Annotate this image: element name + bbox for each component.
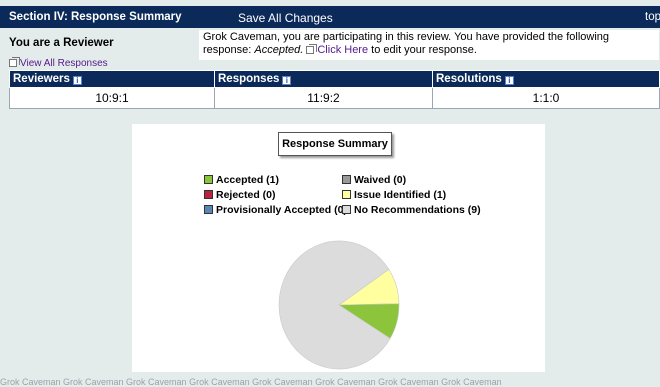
footer-text: Grok Caveman Grok Caveman Grok Caveman G… (0, 377, 502, 387)
info-icon[interactable]: i (282, 76, 292, 85)
pie-chart (278, 240, 400, 370)
reviewers-header-label: Reviewers (13, 73, 70, 85)
info-icon[interactable]: i (72, 76, 82, 85)
info-icon[interactable]: i (504, 76, 514, 85)
view-all-responses-link[interactable]: View All Responses (20, 58, 108, 69)
edit-response-link[interactable]: Click Here (317, 44, 368, 56)
counts-table: Reviewers i Responses i Resolutions i 10:9:… (9, 70, 660, 109)
reviewer-role: You are a Reviewer (9, 37, 114, 49)
responses-value: 11:9:2 (214, 87, 433, 109)
reviewers-header: Reviewers i (9, 70, 215, 88)
resolutions-value: 1:1:0 (432, 87, 660, 109)
resolutions-header: Resolutions i (432, 70, 660, 88)
reviewer-message: Grok Caveman, you are participating in t… (199, 30, 659, 60)
resolutions-header-label: Resolutions (436, 73, 502, 85)
section-title: Section IV: Response Summary (9, 11, 182, 23)
top-link[interactable]: top (645, 11, 660, 23)
popup-icon (306, 44, 318, 54)
view-all-responses[interactable]: View All Responses (9, 57, 108, 69)
reviewers-value: 10:9:1 (9, 87, 215, 109)
section-header: Section IV: Response Summary Save All Ch… (0, 6, 660, 28)
reviewer-message-suffix: to edit your response. (371, 44, 477, 56)
response-summary-chart: Response Summary Accepted (1) Waived (0)… (132, 124, 545, 372)
reviewer-response: Accepted. (254, 44, 304, 56)
responses-header-label: Responses (218, 73, 280, 85)
responses-header: Responses i (214, 70, 433, 88)
save-all-changes-link[interactable]: Save All Changes (238, 11, 333, 25)
popup-icon (9, 57, 20, 67)
